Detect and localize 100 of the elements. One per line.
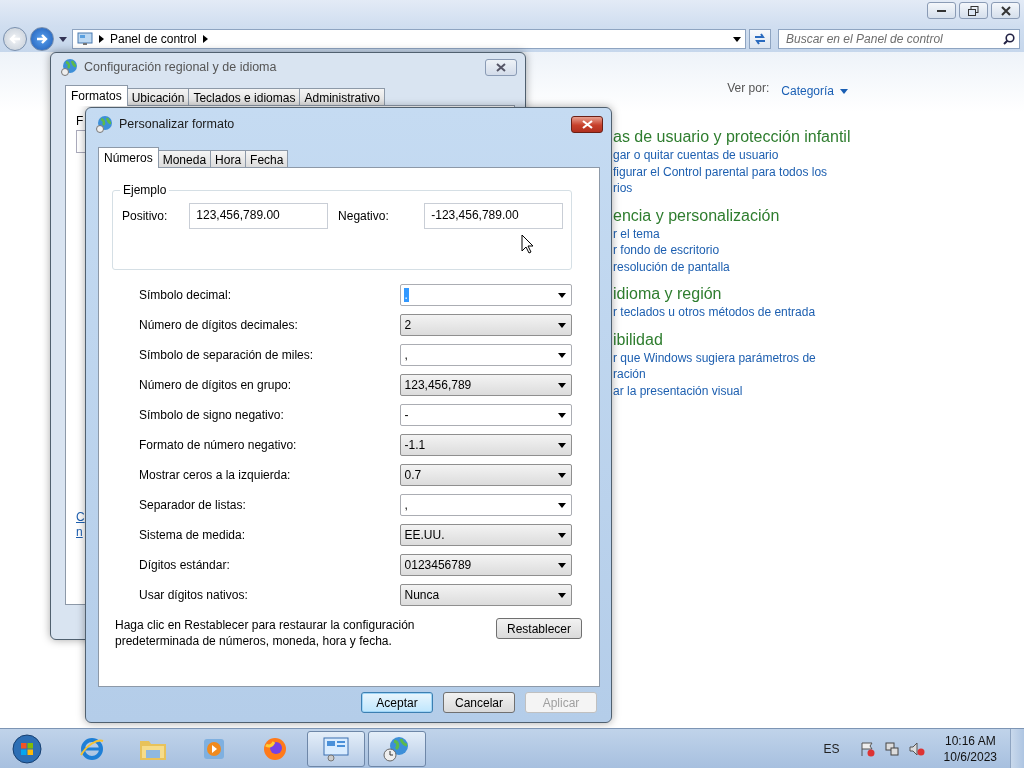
cursor-icon (521, 234, 534, 254)
cancel-button[interactable]: Cancelar (443, 692, 515, 713)
category-title[interactable]: ibilidad (613, 329, 1024, 350)
dropdown[interactable]: -1.1 (399, 434, 572, 456)
tab[interactable]: Hora (210, 150, 247, 167)
link-fragment[interactable]: n (76, 525, 83, 540)
chevron-icon (202, 35, 208, 43)
arrow-left-icon (8, 33, 22, 45)
setting-label: Separador de listas: (139, 498, 247, 512)
output-field: 123,456,789.00 (189, 203, 329, 229)
setting-label: Símbolo decimal: (139, 288, 233, 302)
dropdown[interactable]: 123,456,789 (399, 374, 572, 396)
group-legend: Ejemplo (120, 183, 170, 197)
start-button[interactable] (10, 731, 44, 766)
setting-label: Número de dígitos en grupo: (139, 378, 293, 392)
control-panel-button[interactable] (307, 730, 365, 767)
flag-icon[interactable] (858, 740, 875, 757)
tab[interactable]: Administrativo (299, 88, 385, 105)
dropdown[interactable]: EE.UU. (399, 524, 572, 546)
arrow-right-icon (35, 33, 49, 45)
refresh-button[interactable] (749, 29, 771, 49)
ok-button[interactable]: Aceptar (361, 692, 433, 713)
category-link[interactable]: r fondo de escritorio (613, 242, 1024, 259)
back-button[interactable] (3, 27, 27, 51)
caret-icon (558, 382, 566, 388)
restore-icon (968, 5, 979, 16)
language-indicator[interactable]: ES (823, 741, 840, 756)
label-fragment: F (76, 114, 84, 128)
setting-label: Dígitos estándar: (139, 558, 231, 572)
dropdown[interactable]: 0123456789 (399, 554, 572, 576)
globe-icon (95, 115, 113, 133)
category-title[interactable]: as de usuario y protección infantil (613, 127, 1024, 147)
caret-icon (558, 322, 566, 328)
search-field[interactable]: Buscar en el Panel de control (778, 29, 1020, 49)
category-link[interactable]: figurar el Control parental para todos los (613, 163, 1024, 180)
globe-icon (60, 58, 78, 76)
caret-icon (558, 412, 566, 418)
caret-icon (558, 352, 566, 358)
globe-button[interactable] (368, 730, 426, 767)
view-by-dropdown[interactable]: Categoría (781, 81, 848, 101)
category-link[interactable]: r teclados u otros métodos de entrada (613, 304, 1024, 321)
clock-date: 10/6/2023 (943, 748, 997, 765)
caret-icon (558, 562, 566, 568)
dropdown[interactable]: , (399, 494, 572, 516)
setting-label: Mostrar ceros a la izquierda: (139, 468, 292, 482)
tab[interactable]: Ubicación (126, 88, 190, 105)
network-icon[interactable] (883, 740, 900, 757)
category-link[interactable]: resolución de pantalla (613, 258, 1024, 275)
caret-icon (558, 592, 566, 598)
forward-button[interactable] (30, 27, 54, 51)
close-button[interactable] (571, 115, 603, 133)
setting-label: Número de dígitos decimales: (139, 318, 299, 332)
category-title[interactable]: idioma y región (613, 284, 1024, 304)
chevron-icon (99, 35, 104, 43)
setting-label: Formato de número negativo: (139, 438, 298, 452)
setting-label: Símbolo de signo negativo: (139, 408, 285, 422)
reset-note: Haga clic en Restablecer para restaurar la configuración predeterminada de números, moneda, hora y fecha. (115, 618, 416, 649)
dropdown[interactable]: , (399, 344, 572, 366)
muted-speaker-icon[interactable] (908, 740, 925, 757)
close-icon (581, 119, 593, 129)
minimize-button[interactable] (927, 2, 956, 19)
category-link[interactable]: rios (613, 180, 1024, 197)
caret-icon (558, 292, 566, 298)
reset-button[interactable]: Restablecer (496, 618, 582, 639)
caret-icon[interactable] (733, 36, 741, 42)
tab[interactable]: Moneda (157, 150, 212, 167)
dialog-title: Personalizar formato (119, 117, 235, 131)
setting-label: Símbolo de separación de miles: (139, 348, 315, 362)
breadcrumb[interactable]: Panel de control (110, 32, 197, 46)
restore-button[interactable] (959, 2, 988, 19)
category-link[interactable]: ar la presentación visual (613, 382, 1024, 399)
address-bar[interactable]: Panel de control (72, 29, 746, 49)
link-fragment[interactable]: C (76, 510, 85, 525)
setting-label: Sistema de medida: (139, 528, 247, 542)
tab[interactable]: Números (98, 147, 159, 168)
output-field: -123,456,789.00 (424, 203, 563, 229)
category-link[interactable]: ración (613, 366, 1024, 383)
tab[interactable]: Formatos (65, 85, 128, 106)
close-button[interactable] (991, 2, 1020, 19)
refresh-icon (753, 32, 767, 46)
caret-icon (558, 532, 566, 538)
dropdown[interactable]: 0.7 (399, 464, 572, 486)
dropdown[interactable]: - (399, 404, 572, 426)
tab[interactable]: Teclados e idiomas (188, 88, 301, 105)
field-label: Positivo: (122, 209, 169, 223)
caret-icon[interactable] (59, 36, 67, 42)
category-link[interactable]: r que Windows sugiera parámetros de (613, 349, 1024, 366)
windows-logo-icon (12, 733, 42, 764)
setting-label: Usar dígitos nativos: (139, 588, 249, 602)
dropdown[interactable]: Nunca (399, 584, 572, 606)
clock[interactable]: 10:16 AM 10/6/2023 (943, 732, 997, 765)
control-panel-icon (77, 32, 93, 46)
category-link[interactable]: r el tema (613, 225, 1024, 242)
caret-icon (558, 472, 566, 478)
clock-time: 10:16 AM (944, 732, 996, 749)
category-title[interactable]: encia y personalización (613, 205, 1024, 226)
tab[interactable]: Fecha (245, 150, 289, 167)
category-link[interactable]: gar o quitar cuentas de usuario (613, 147, 1024, 164)
close-icon (1000, 5, 1011, 16)
dropdown[interactable]: 2 (399, 314, 572, 336)
